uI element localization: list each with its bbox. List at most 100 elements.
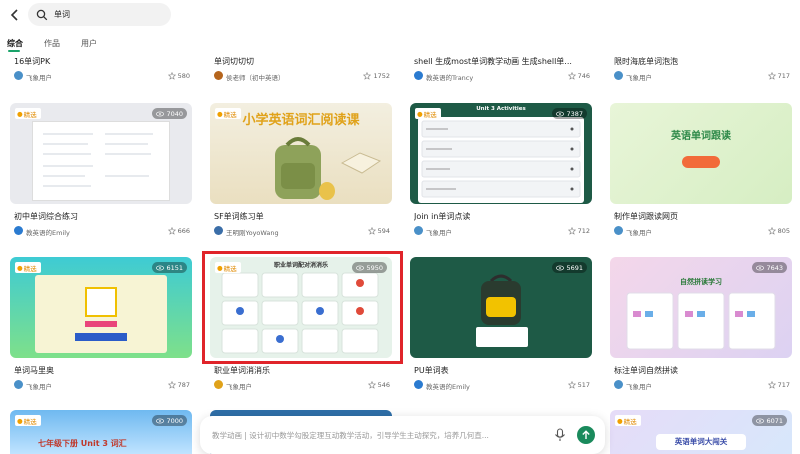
backpack-illustration (275, 137, 335, 200)
like-number: 1752 (373, 72, 390, 80)
phonics-table-preview (626, 292, 776, 350)
like-number: 717 (777, 381, 790, 389)
work-title: 单词马里奥 (14, 366, 54, 375)
star-icon (167, 381, 176, 389)
top-bar: 单词 (0, 0, 800, 32)
view-count: 7040 (152, 108, 187, 119)
star-icon (167, 72, 176, 80)
like-count[interactable]: 594 (367, 227, 390, 235)
like-count[interactable]: 805 (767, 227, 790, 235)
work-meta: 飞象用户 717 (614, 71, 792, 82)
work-thumbnail[interactable]: 英语单词大闯关 ● 精选 6071 (610, 410, 792, 454)
like-count[interactable]: 712 (567, 227, 590, 235)
like-number: 787 (177, 381, 190, 389)
avatar (414, 226, 423, 235)
work-meta: 王明刚YoyoWang 594 (214, 226, 392, 237)
work-title: 单词切切切 (214, 57, 254, 66)
work-title: SF单词练习单 (214, 212, 264, 221)
prompt-placeholder[interactable]: 教学动画 | 设计初中数学勾股定理互动教学活动，引导学生主动探究，培养几何直..… (212, 430, 542, 441)
search-input[interactable]: 单词 (28, 3, 171, 26)
work-thumbnail[interactable]: 七年级下册 Unit 3 词汇 ● 精选 7000 (10, 410, 192, 454)
like-count[interactable]: 717 (767, 72, 790, 80)
star-icon (367, 227, 376, 235)
work-thumbnail[interactable]: 自然拼读学习 7643 (610, 257, 792, 358)
featured-badge: ● 精选 (15, 415, 41, 426)
author-name: 王明刚YoyoWang (226, 229, 279, 237)
work-thumbnail[interactable]: ● 精选 7040 (10, 103, 192, 204)
work-meta: 飞象用户 787 (14, 380, 192, 391)
work-title: 限时海底单词泡泡 (614, 57, 678, 66)
author-name: 飞象用户 (626, 383, 652, 391)
avatar (14, 380, 23, 389)
work-meta: 飞象用户 712 (414, 226, 592, 237)
thumbnail-heading: 英语单词大闯关 (656, 434, 746, 450)
like-count[interactable]: 1752 (363, 72, 390, 80)
like-count[interactable]: 580 (167, 72, 190, 80)
activity-list (418, 117, 584, 203)
like-count[interactable]: 517 (567, 381, 590, 389)
work-meta: 飞象用户 805 (614, 226, 792, 237)
work-thumbnail[interactable]: 小学英语词汇阅读课 ● 精选 (210, 103, 392, 204)
like-count[interactable]: 717 (767, 381, 790, 389)
featured-badge: ● 精选 (415, 108, 441, 119)
book-illustration (340, 152, 382, 174)
worksheet-preview (32, 121, 170, 201)
like-count[interactable]: 787 (167, 381, 190, 389)
like-number: 712 (577, 227, 590, 235)
prompt-input-bar[interactable]: 教学动画 | 设计初中数学勾股定理互动教学活动，引导学生主动探究，培养几何直..… (200, 416, 605, 454)
featured-badge: ● 精选 (15, 262, 41, 273)
like-count[interactable]: 666 (167, 227, 190, 235)
like-count[interactable]: 746 (567, 72, 590, 80)
work-title: 标注单词自然拼读 (614, 366, 678, 375)
author-name: 飞象用户 (26, 74, 52, 82)
work-thumbnail[interactable]: Unit 3 Activities ● 精选 7387 (410, 103, 592, 204)
backpack-illustration (481, 274, 521, 325)
star-icon (567, 381, 576, 389)
like-number: 746 (577, 72, 590, 80)
tab-users[interactable]: 用户 (81, 38, 97, 49)
author-name: 飞象用户 (226, 383, 252, 391)
avatar (614, 71, 623, 80)
star-icon (767, 381, 776, 389)
back-icon[interactable] (6, 6, 24, 24)
author-name: 教英语的Emily (426, 383, 470, 391)
author-name: 飞象用户 (426, 229, 452, 237)
like-number: 666 (177, 227, 190, 235)
like-number: 717 (777, 72, 790, 80)
avatar (414, 380, 423, 389)
author-name: 飞象用户 (626, 74, 652, 82)
star-icon (363, 72, 372, 80)
eye-icon (756, 265, 765, 270)
send-button[interactable] (577, 426, 595, 444)
view-count: 6071 (752, 415, 787, 426)
tab-bar: 综合 作品 用户 (0, 36, 300, 54)
work-thumbnail[interactable]: 5691 (410, 257, 592, 358)
like-count[interactable]: 546 (367, 381, 390, 389)
work-meta: 飞象用户 717 (614, 380, 792, 391)
work-thumbnail[interactable]: 英语单词跟读 (610, 103, 792, 204)
avatar (214, 226, 223, 235)
view-count: 7000 (152, 415, 187, 426)
star-icon (567, 72, 576, 80)
work-title: 职业单词消消乐 (214, 366, 270, 375)
work-meta: 教英语的Trancy 746 (414, 71, 592, 82)
game-preview (35, 275, 167, 353)
arrow-up-icon (582, 430, 590, 439)
microphone-icon[interactable] (554, 428, 566, 442)
featured-badge: ● 精选 (15, 108, 41, 119)
like-number: 517 (577, 381, 590, 389)
work-thumbnail[interactable]: ● 精选 6151 (10, 257, 192, 358)
work-title: 16单词PK (14, 57, 51, 66)
tab-comprehensive[interactable]: 综合 (7, 38, 23, 49)
eye-icon (156, 418, 165, 423)
tab-works[interactable]: 作品 (44, 38, 60, 49)
thumbnail-heading: 七年级下册 Unit 3 词汇 (38, 439, 127, 448)
star-icon (767, 227, 776, 235)
work-title: Join in单词点读 (414, 212, 471, 221)
eye-icon (556, 111, 565, 116)
work-meta: 教英语的Emily 666 (14, 226, 192, 237)
author-name: 教英语的Emily (26, 229, 70, 237)
like-number: 594 (377, 227, 390, 235)
selection-highlight (202, 251, 403, 364)
star-icon (167, 227, 176, 235)
